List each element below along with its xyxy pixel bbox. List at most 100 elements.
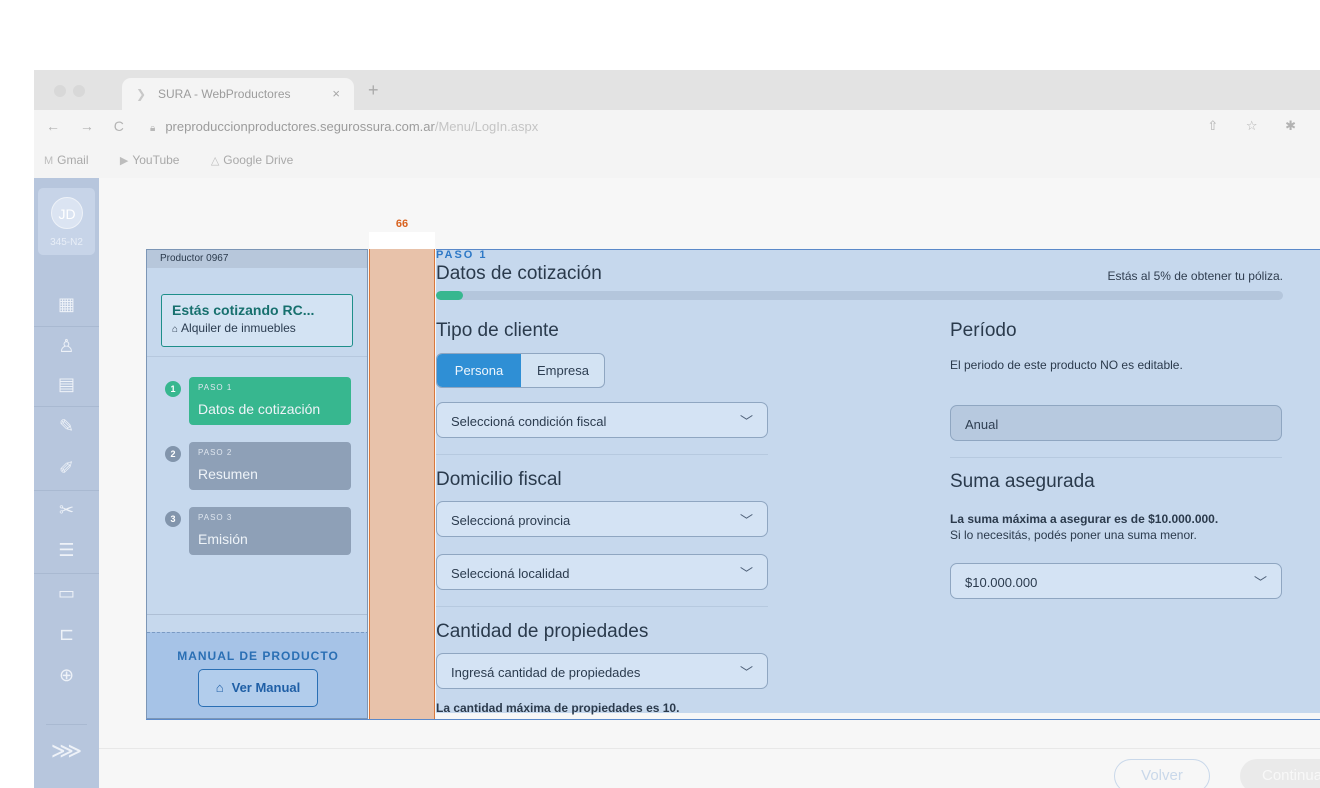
form-title: Datos de cotización bbox=[436, 263, 602, 284]
browser-tool-icons[interactable]: ⇧ ☆ ✱ bbox=[1207, 118, 1308, 134]
locality-placeholder: Seleccioná localidad bbox=[451, 566, 570, 581]
overlay-border bbox=[652, 719, 1320, 720]
edit-document-icon[interactable]: ✐ bbox=[34, 449, 99, 487]
client-type-empresa[interactable]: Empresa bbox=[521, 354, 604, 387]
left-navigation: JD 345-N2 ▦ ♙ ▤ ✎ ✐ ✂ ☰ ▭ ⊏ ⊕ ⋙ bbox=[34, 178, 99, 788]
quote-subtitle-row: ⌂ Alquiler de inmuebles bbox=[172, 321, 296, 335]
globe-hand-icon[interactable]: ⊕ bbox=[34, 656, 99, 694]
bookmarks-bar: M Gmail ▶ YouTube △ Google Drive bbox=[34, 142, 1320, 178]
back-button[interactable]: Volver bbox=[1114, 759, 1210, 788]
home-icon: ⌂ bbox=[172, 324, 179, 335]
step-pill: PASO 3 Emisión bbox=[189, 507, 351, 555]
new-tab-icon[interactable]: + bbox=[368, 80, 379, 101]
step-pill: PASO 1 Datos de cotización bbox=[189, 377, 351, 425]
quote-form: PASO 1 Datos de cotización Estás al 5% d… bbox=[436, 249, 1320, 715]
tab-strip: ❯ SURA - WebProductores × + bbox=[34, 70, 1320, 110]
home-icon: ⌂ bbox=[215, 680, 224, 695]
client-type-title: Tipo de cliente bbox=[436, 320, 559, 341]
tab-title: SURA - WebProductores bbox=[158, 87, 291, 101]
fiscal-condition-select[interactable]: Seleccioná condición fiscal ﹀ bbox=[436, 402, 768, 438]
step-number: 3 bbox=[165, 511, 181, 527]
client-type-persona[interactable]: Persona bbox=[437, 354, 521, 387]
province-placeholder: Seleccioná provincia bbox=[451, 513, 571, 528]
close-tab-icon[interactable]: × bbox=[332, 86, 340, 101]
sum-insured-note: Si lo necesitás, podés poner una suma me… bbox=[950, 528, 1197, 542]
period-value: Anual bbox=[965, 417, 999, 432]
step-name: Datos de cotización bbox=[198, 401, 321, 417]
overlay-border bbox=[146, 719, 652, 720]
quote-steps-card: Productor 0967 Estás cotizando RC... ⌂ Al… bbox=[146, 249, 368, 719]
chevron-down-icon: ﹀ bbox=[1253, 575, 1267, 590]
sura-favicon-icon: ❯ bbox=[136, 87, 147, 101]
chevron-down-icon: ﹀ bbox=[739, 513, 753, 528]
step-name: Resumen bbox=[198, 466, 258, 482]
fiscal-address-title: Domicilio fiscal bbox=[436, 469, 562, 490]
edit-document-icon[interactable]: ✎ bbox=[34, 407, 99, 445]
progress-fill bbox=[436, 291, 464, 300]
navigation-icons[interactable]: ← → C bbox=[46, 118, 132, 134]
bookmark-google-drive[interactable]: △ Google Drive bbox=[211, 153, 308, 167]
clipboard-icon[interactable]: ☰ bbox=[34, 531, 99, 569]
locality-select[interactable]: Seleccioná localidad ﹀ bbox=[436, 554, 768, 590]
properties-title: Cantidad de propiedades bbox=[436, 621, 649, 642]
step-name: Emisión bbox=[198, 531, 248, 547]
section-divider bbox=[950, 457, 1282, 458]
user-code: 345-N2 bbox=[50, 237, 83, 248]
card-divider bbox=[147, 356, 367, 357]
nav-divider bbox=[46, 724, 87, 725]
product-manual-section: MANUAL DE PRODUCTO ⌂ Ver Manual bbox=[147, 632, 367, 718]
address-bar-row: ← → C 🔒︎ preproduccionproductores.seguros… bbox=[34, 110, 1320, 142]
manual-title: MANUAL DE PRODUCTO bbox=[177, 649, 339, 663]
user-icon[interactable]: ♙ bbox=[34, 327, 99, 365]
youtube-icon: ▶ bbox=[119, 155, 129, 167]
card-divider bbox=[147, 614, 367, 615]
progress-bar bbox=[436, 291, 1283, 300]
period-note: El periodo de este producto NO es editab… bbox=[950, 358, 1183, 372]
step-1[interactable]: 1 PASO 1 Datos de cotización bbox=[161, 377, 351, 425]
measurement-band bbox=[369, 232, 435, 720]
step-3[interactable]: 3 PASO 3 Emisión bbox=[161, 507, 351, 555]
section-divider bbox=[436, 454, 768, 455]
user-profile[interactable]: JD 345-N2 bbox=[38, 188, 95, 255]
fiscal-condition-placeholder: Seleccioná condición fiscal bbox=[451, 414, 607, 429]
window-controls[interactable] bbox=[54, 84, 92, 102]
continue-button[interactable]: Continuar bbox=[1240, 759, 1320, 788]
measurement-band-gap bbox=[369, 232, 435, 249]
browser-tab[interactable]: ❯ SURA - WebProductores × bbox=[122, 78, 354, 110]
dashboard-icon[interactable]: ▦ bbox=[34, 285, 99, 323]
step-label: PASO 1 bbox=[436, 249, 488, 261]
view-manual-button[interactable]: ⌂ Ver Manual bbox=[198, 669, 318, 707]
step-number: 1 bbox=[165, 381, 181, 397]
progress-text: Estás al 5% de obtener tu póliza. bbox=[1107, 269, 1283, 283]
wallet-icon[interactable]: ▭ bbox=[34, 574, 99, 612]
step-label: PASO 1 bbox=[198, 383, 233, 392]
bookmark-gmail[interactable]: M Gmail bbox=[44, 153, 103, 167]
producer-label: Productor 0967 bbox=[147, 250, 367, 268]
properties-note: La cantidad máxima de propiedades es 10. bbox=[436, 701, 680, 715]
chevron-down-icon: ﹀ bbox=[739, 566, 753, 581]
url-host: preproduccionproductores.segurossura.com… bbox=[165, 119, 435, 134]
hands-icon[interactable]: ✂ bbox=[34, 491, 99, 529]
quote-title: Estás cotizando RC... bbox=[172, 302, 315, 318]
bookmark-youtube[interactable]: ▶ YouTube bbox=[120, 153, 194, 167]
section-divider bbox=[436, 606, 768, 607]
footer-divider bbox=[99, 748, 1320, 749]
quote-summary: Estás cotizando RC... ⌂ Alquiler de inmue… bbox=[161, 294, 353, 347]
chevron-down-icon: ﹀ bbox=[739, 414, 753, 429]
drive-icon: △ bbox=[210, 155, 220, 167]
gmail-icon: M bbox=[44, 155, 54, 167]
province-select[interactable]: Seleccioná provincia ﹀ bbox=[436, 501, 768, 537]
lock-icon: 🔒︎ bbox=[150, 123, 156, 134]
url-field[interactable]: 🔒︎ preproduccionproductores.segurossura.c… bbox=[150, 119, 538, 134]
properties-placeholder: Ingresá cantidad de propiedades bbox=[451, 665, 641, 680]
browser-chrome: ❯ SURA - WebProductores × + ← → C 🔒︎ prep… bbox=[34, 70, 1320, 178]
measurement-label: 66 bbox=[395, 218, 409, 230]
sum-insured-select[interactable]: $10.000.000 ﹀ bbox=[950, 563, 1282, 599]
document-icon[interactable]: ▤ bbox=[34, 365, 99, 403]
properties-select[interactable]: Ingresá cantidad de propiedades ﹀ bbox=[436, 653, 768, 689]
step-label: PASO 2 bbox=[198, 448, 233, 457]
period-field: Anual bbox=[950, 405, 1282, 441]
step-2[interactable]: 2 PASO 2 Resumen bbox=[161, 442, 351, 490]
sum-insured-max-note: La suma máxima a asegurar es de $10.000.… bbox=[950, 512, 1219, 526]
card-icon[interactable]: ⊏ bbox=[34, 615, 99, 653]
